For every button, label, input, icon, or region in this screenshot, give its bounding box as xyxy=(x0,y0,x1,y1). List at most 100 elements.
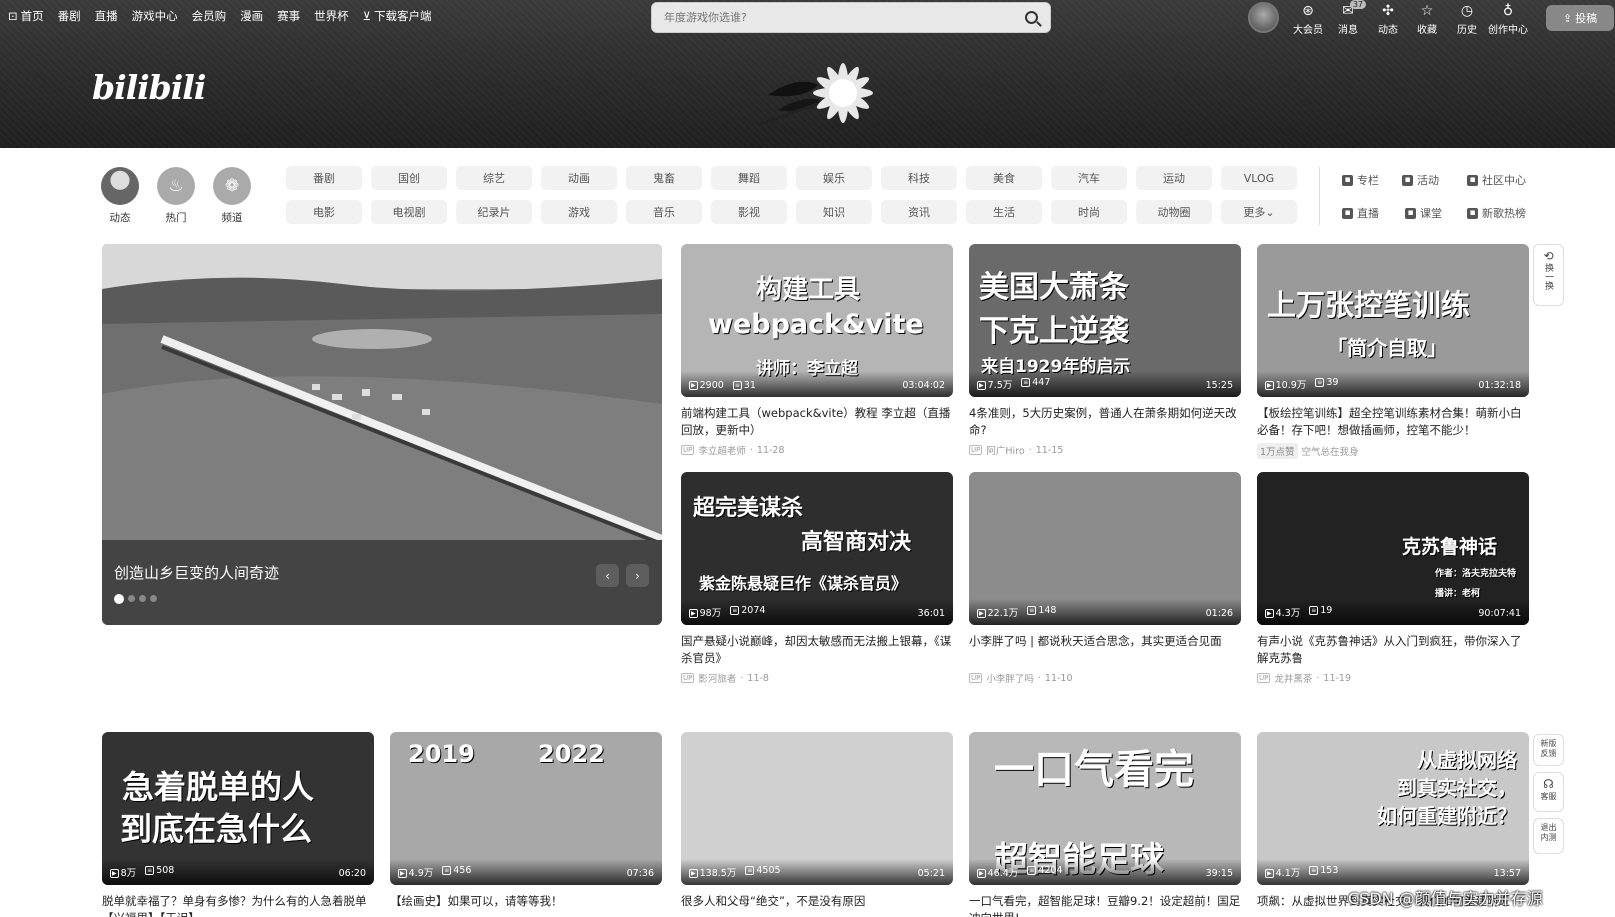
carousel-title[interactable]: 创造山乡巨变的人间奇迹 xyxy=(114,562,279,583)
carousel-dot[interactable] xyxy=(139,595,146,602)
video-title[interactable]: 很多人和父母“绝交”，不是没有原因 xyxy=(681,893,953,917)
carousel-dot[interactable] xyxy=(114,594,124,604)
category-item[interactable]: 动画 xyxy=(541,166,617,190)
nav-game-center[interactable]: 游戏中心 xyxy=(132,8,178,24)
uploader-name[interactable]: 小李胖了吗 xyxy=(986,671,1034,685)
extra-link[interactable]: ▪ 直播 xyxy=(1342,205,1379,221)
video-title[interactable]: 小李胖了吗 | 都说秋天适合思念，其实更适合见面 xyxy=(969,633,1241,667)
nav-live[interactable]: 直播 xyxy=(95,8,118,24)
video-title[interactable]: 前端构建工具（webpack&vite）教程 李立超（直播回放，更新中） xyxy=(681,405,953,439)
video-thumbnail[interactable]: 构建工具 webpack&vite 讲师：李立超 ▶ 2900 ≡ 31 03:04:02 xyxy=(681,244,953,397)
user-avatar[interactable] xyxy=(1248,2,1279,33)
search-icon[interactable] xyxy=(1025,11,1038,24)
video-thumbnail[interactable]: 上万张控笔训练 「简介自取」 ▶ 10.9万 ≡ 39 01:32:18 xyxy=(1257,244,1529,397)
uploader-name[interactable]: 阿广Hiro xyxy=(986,443,1024,457)
channel-dynamic[interactable]: 动态 xyxy=(99,167,141,225)
video-card[interactable]: 构建工具 webpack&vite 讲师：李立超 ▶ 2900 ≡ 31 03:04:02 前端… xyxy=(681,244,953,457)
category-item[interactable]: 电视剧 xyxy=(371,200,447,224)
category-item[interactable]: 舞蹈 xyxy=(711,166,787,190)
video-thumbnail[interactable]: 美国大萧条 下克上逆袭 来自1929年的启示 ▶ 7.5万 ≡ 447 15:25 xyxy=(969,244,1241,397)
extra-link[interactable]: ▪ 活动 xyxy=(1402,172,1439,188)
feedback-button[interactable]: 新版反馈 xyxy=(1533,734,1564,766)
category-item[interactable]: 纪录片 xyxy=(456,200,532,224)
category-item[interactable]: 知识 xyxy=(796,200,872,224)
video-thumbnail[interactable]: ▶ 138.5万 ≡ 4505 05:21 xyxy=(681,732,953,885)
category-item[interactable]: 音乐 xyxy=(626,200,702,224)
category-item[interactable]: 汽车 xyxy=(1051,166,1127,190)
exit-beta-button[interactable]: 退出内测 xyxy=(1533,818,1564,854)
video-card[interactable]: 克苏鲁神话 作者：洛夫克拉夫特 播讲：老柯 ▶ 4.3万 ≡ 19 90:07:41 有声小说《… xyxy=(1257,472,1529,685)
video-card[interactable]: 2019 2022 ▶ 4.9万 ≡ 456 07:36 【绘画史】如果可以，请等等我！ xyxy=(390,732,662,917)
uploader-name[interactable]: 影河旅者 xyxy=(698,671,736,685)
video-card[interactable]: ▶ 22.1万 ≡ 148 01:26 小李胖了吗 | 都说秋天适合思念，其实更适合见面 U… xyxy=(969,472,1241,685)
category-item[interactable]: VLOG xyxy=(1221,166,1297,190)
nav-anime[interactable]: 番剧 xyxy=(58,8,81,24)
video-card[interactable]: ▶ 138.5万 ≡ 4505 05:21 很多人和父母“绝交”，不是没有原因 xyxy=(681,732,953,917)
nav-download[interactable]: ⊻ 下载客户端 xyxy=(363,8,432,24)
category-item[interactable]: 影视 xyxy=(711,200,787,224)
category-item[interactable]: 生活 xyxy=(966,200,1042,224)
video-title[interactable]: 【板绘控笔训练】超全控笔训练素材合集！萌新小白必备！存下吧！想做插画师，控笔不能… xyxy=(1257,405,1529,439)
nav-home[interactable]: ⊡ 首页 xyxy=(8,8,44,24)
extra-link[interactable]: ▪ 新歌热榜 xyxy=(1467,205,1526,221)
history-button[interactable]: ◷ 历史 xyxy=(1449,4,1485,37)
category-item[interactable]: 番剧 xyxy=(286,166,362,190)
category-item[interactable]: 国创 xyxy=(371,166,447,190)
video-thumbnail[interactable]: 急着脱单的人 到底在急什么 ▶ 8万 ≡ 508 06:20 xyxy=(102,732,374,885)
video-title[interactable]: 4条准则，5大历史案例，普通人在萧条期如何逆天改命? xyxy=(969,405,1241,439)
extra-link[interactable]: ▪ 社区中心 xyxy=(1467,172,1526,188)
video-card[interactable]: 超完美谋杀 高智商对决 紫金陈悬疑巨作《谋杀官员》 ▶ 98万 ≡ 2074 36:01 国产悬… xyxy=(681,472,953,685)
category-item[interactable]: 动物圈 xyxy=(1136,200,1212,224)
extra-link[interactable]: ▪ 专栏 xyxy=(1342,172,1379,188)
bilibili-logo[interactable]: bilibili xyxy=(92,68,206,107)
extra-link[interactable]: ▪ 课堂 xyxy=(1405,205,1442,221)
uploader-name[interactable]: 李立超老师 xyxy=(698,443,746,457)
nav-mall[interactable]: 会员购 xyxy=(192,8,227,24)
channel-channels[interactable]: ❁ 频道 xyxy=(211,167,253,225)
creation-center-button[interactable]: ♁ 创作中心 xyxy=(1488,4,1528,37)
carousel-next-button[interactable]: › xyxy=(626,564,649,587)
vip-button[interactable]: ⊛ 大会员 xyxy=(1290,4,1326,37)
video-card[interactable]: 美国大萧条 下克上逆袭 来自1929年的启示 ▶ 7.5万 ≡ 447 15:25 4条准则，5… xyxy=(969,244,1241,457)
category-item[interactable]: 综艺 xyxy=(456,166,532,190)
category-item[interactable]: 娱乐 xyxy=(796,166,872,190)
video-card[interactable]: 急着脱单的人 到底在急什么 ▶ 8万 ≡ 508 06:20 脱单就幸福了？单身有多惨？为什么… xyxy=(102,732,374,917)
video-title[interactable]: 一口气看完，超智能足球！豆瓣9.2！设定超前！国足冲向世界! xyxy=(969,893,1241,917)
dynamic-button[interactable]: ✣ 动态 xyxy=(1370,4,1406,37)
video-thumbnail[interactable]: 超完美谋杀 高智商对决 紫金陈悬疑巨作《谋杀官员》 ▶ 98万 ≡ 2074 36:01 xyxy=(681,472,953,625)
channel-hot[interactable]: ♨ 热门 xyxy=(155,167,197,225)
video-title[interactable]: 【绘画史】如果可以，请等等我！ xyxy=(390,893,662,917)
category-item[interactable]: 资讯 xyxy=(881,200,957,224)
video-thumbnail[interactable]: 一口气看完超智能足球▶46.4万≡420439:15 xyxy=(969,732,1241,885)
customer-service-button[interactable]: ☊ 客服 xyxy=(1533,772,1564,812)
category-item[interactable]: 美食 xyxy=(966,166,1042,190)
uploader-name[interactable]: 龙井黑茶 xyxy=(1274,671,1312,685)
nav-worldcup[interactable]: 世界杯 xyxy=(314,8,349,24)
video-card[interactable]: 上万张控笔训练 「简介自取」 ▶ 10.9万 ≡ 39 01:32:18 【板绘控笔训练】超全… xyxy=(1257,244,1529,459)
nav-match[interactable]: 赛事 xyxy=(277,8,300,24)
video-thumbnail[interactable]: 克苏鲁神话 作者：洛夫克拉夫特 播讲：老柯 ▶ 4.3万 ≡ 19 90:07:41 xyxy=(1257,472,1529,625)
category-more-button[interactable]: 更多 ⌄ xyxy=(1221,200,1297,224)
category-item[interactable]: 游戏 xyxy=(541,200,617,224)
video-thumbnail[interactable]: 2019 2022 ▶ 4.9万 ≡ 456 07:36 xyxy=(390,732,662,885)
category-item[interactable]: 鬼畜 xyxy=(626,166,702,190)
search-input[interactable] xyxy=(652,3,1002,32)
video-title[interactable]: 国产悬疑小说巅峰，却因太敏感而无法搬上银幕，《谋杀官员》 xyxy=(681,633,953,667)
carousel-dot[interactable] xyxy=(150,595,157,602)
nav-manga[interactable]: 漫画 xyxy=(240,8,263,24)
uploader-name[interactable]: 空气总在我身 xyxy=(1302,444,1359,458)
video-card[interactable]: 一口气看完超智能足球▶46.4万≡420439:15 一口气看完，超智能足球！豆瓣… xyxy=(969,732,1241,917)
carousel[interactable]: 创造山乡巨变的人间奇迹 ‹ › xyxy=(102,244,662,625)
category-item[interactable]: 时尚 xyxy=(1051,200,1127,224)
favorite-button[interactable]: ☆ 收藏 xyxy=(1409,4,1445,37)
refresh-button[interactable]: ⟲ 换一换 xyxy=(1533,244,1564,306)
carousel-prev-button[interactable]: ‹ xyxy=(596,564,619,587)
upload-button[interactable]: ⇪ 投稿 xyxy=(1546,5,1614,31)
category-item[interactable]: 电影 xyxy=(286,200,362,224)
video-thumbnail[interactable]: ▶ 22.1万 ≡ 148 01:26 xyxy=(969,472,1241,625)
video-title[interactable]: 有声小说《克苏鲁神话》从入门到疯狂，带你深入了解克苏鲁 xyxy=(1257,633,1529,667)
category-item[interactable]: 科技 xyxy=(881,166,957,190)
category-item[interactable]: 运动 xyxy=(1136,166,1212,190)
video-title[interactable]: 脱单就幸福了？单身有多惨？为什么有的人急着脱单【兴福里】【王迟】 xyxy=(102,893,374,917)
carousel-dot[interactable] xyxy=(128,595,135,602)
